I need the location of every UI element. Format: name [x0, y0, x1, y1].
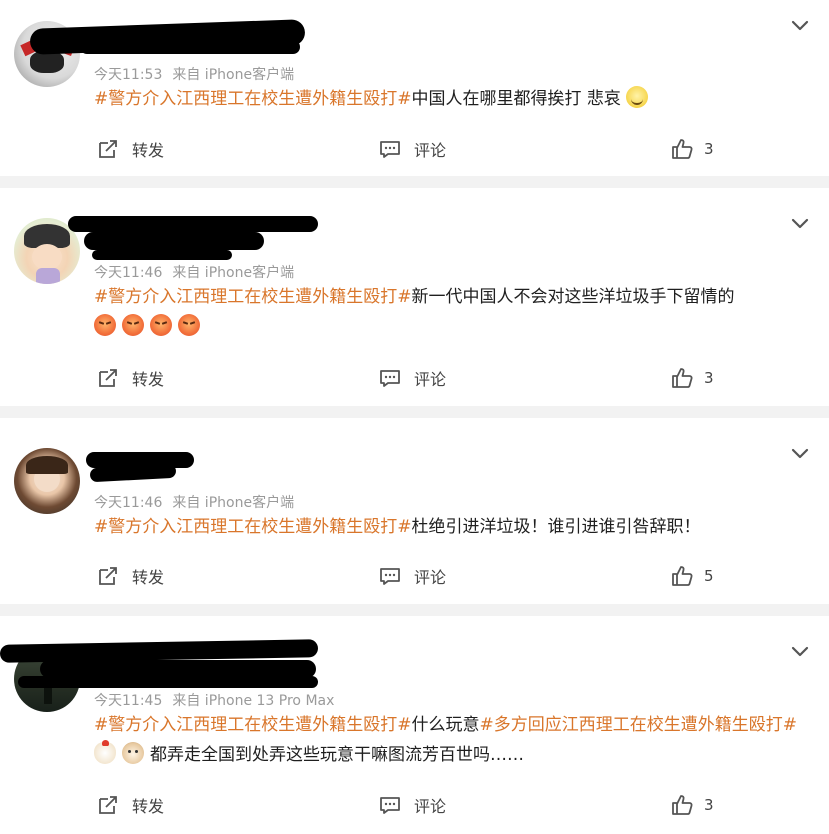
- thumbs-up-icon: [672, 139, 693, 159]
- comment-label: 评论: [414, 370, 447, 389]
- like-count: 3: [704, 140, 714, 158]
- comment-button[interactable]: 评论: [378, 561, 446, 591]
- post-source: 来自 iPhone客户端: [172, 265, 295, 281]
- forward-label: 转发: [132, 568, 165, 587]
- hashtag-link[interactable]: #警方介入江西理工在校生遭外籍生殴打#: [94, 89, 412, 109]
- redacted-username: [84, 232, 264, 250]
- thumbs-up-icon: [672, 795, 693, 815]
- post-actions: 转发 评论 3: [0, 790, 829, 820]
- thumbs-up-icon: [672, 566, 693, 586]
- like-count: 5: [704, 567, 714, 585]
- weibo-comment-3: 今天11:46 来自 iPhone客户端 #警方介入江西理工在校生遭外籍生殴打#杜…: [0, 418, 829, 604]
- forward-icon: [99, 140, 117, 158]
- forward-label: 转发: [132, 141, 165, 160]
- avatar[interactable]: [14, 448, 80, 514]
- angry-icon: [94, 314, 116, 336]
- post-source: 来自 iPhone 13 Pro Max: [172, 693, 335, 709]
- comment-button[interactable]: 评论: [378, 134, 446, 164]
- post-text: #警方介入江西理工在校生遭外籍生殴打#中国人在哪里都得挨打 悲哀: [94, 84, 809, 114]
- chevron-down-icon[interactable]: [789, 442, 811, 464]
- comment-icon: [380, 797, 400, 814]
- forward-label: 转发: [132, 370, 165, 389]
- post-content: 杜绝引进洋垃圾！谁引进谁引咎辞职！: [411, 517, 701, 537]
- redacted-username: [68, 216, 318, 232]
- like-button[interactable]: 5: [670, 561, 714, 591]
- post-time: 今天11:53: [94, 67, 163, 83]
- post-actions: 转发 评论 3: [0, 363, 829, 393]
- post-time: 今天11:46: [94, 495, 163, 511]
- post-content: 中国人在哪里都得挨打 悲哀: [411, 89, 621, 109]
- sad-smile-icon: [626, 86, 649, 108]
- forward-label: 转发: [132, 797, 165, 816]
- like-button[interactable]: 3: [670, 790, 714, 820]
- comment-icon: [380, 370, 400, 387]
- post-meta: 今天11:45 来自 iPhone 13 Pro Max: [94, 690, 334, 710]
- chevron-down-icon[interactable]: [789, 212, 811, 234]
- like-count: 3: [704, 796, 714, 814]
- hashtag-link[interactable]: #多方回应江西理工在校生遭外籍生殴打#: [480, 715, 798, 735]
- forward-button[interactable]: 转发: [96, 134, 164, 164]
- post-source: 来自 iPhone客户端: [172, 67, 295, 83]
- weibo-comment-4: 今天11:45 来自 iPhone 13 Pro Max #警方介入江西理工在校生…: [0, 616, 829, 834]
- forward-button[interactable]: 转发: [96, 790, 164, 820]
- hashtag-link[interactable]: #警方介入江西理工在校生遭外籍生殴打#: [94, 517, 412, 537]
- post-time: 今天11:45: [94, 693, 163, 709]
- redacted-username: [80, 40, 300, 54]
- post-actions: 转发 评论 3: [0, 134, 829, 164]
- like-button[interactable]: 3: [670, 363, 714, 393]
- chevron-down-icon[interactable]: [789, 640, 811, 662]
- post-content: 新一代中国人不会对这些洋垃圾手下留情的: [411, 287, 735, 307]
- forward-button[interactable]: 转发: [96, 561, 164, 591]
- angry-icon: [178, 314, 200, 336]
- weibo-comment-1: 今天11:53 来自 iPhone客户端 #警方介入江西理工在校生遭外籍生殴打#中…: [0, 0, 829, 176]
- weibo-comment-2: 今天11:46 来自 iPhone客户端 #警方介入江西理工在校生遭外籍生殴打#新…: [0, 188, 829, 406]
- redacted-username: [18, 676, 318, 688]
- post-source: 来自 iPhone客户端: [172, 495, 295, 511]
- comment-button[interactable]: 评论: [378, 790, 446, 820]
- post-actions: 转发 评论 5: [0, 561, 829, 591]
- post-text: #警方介入江西理工在校生遭外籍生殴打#新一代中国人不会对这些洋垃圾手下留情的: [94, 282, 809, 342]
- post-meta: 今天11:53 来自 iPhone客户端: [94, 64, 294, 84]
- post-time: 今天11:46: [94, 265, 163, 281]
- forward-icon: [99, 369, 117, 387]
- post-meta: 今天11:46 来自 iPhone客户端: [94, 262, 294, 282]
- like-button[interactable]: 3: [670, 134, 714, 164]
- chevron-down-icon[interactable]: [789, 14, 811, 36]
- redacted-username: [92, 250, 232, 260]
- post-content: 都弄走全国到处弄这些玩意干嘛图流芳百世吗……: [150, 745, 524, 765]
- post-content: 什么玩意: [411, 715, 480, 735]
- forward-icon: [99, 567, 117, 585]
- comment-label: 评论: [414, 797, 447, 816]
- post-text: #警方介入江西理工在校生遭外籍生殴打#什么玩意#多方回应江西理工在校生遭外籍生殴…: [94, 710, 809, 770]
- post-text: #警方介入江西理工在校生遭外籍生殴打#杜绝引进洋垃圾！谁引进谁引咎辞职！: [94, 512, 809, 542]
- comment-icon: [380, 568, 400, 585]
- chicken-icon: [94, 740, 116, 764]
- dog-icon: [122, 742, 144, 764]
- angry-icon: [122, 314, 144, 336]
- comment-icon: [380, 141, 400, 158]
- thumbs-up-icon: [672, 368, 693, 388]
- hashtag-link[interactable]: #警方介入江西理工在校生遭外籍生殴打#: [94, 287, 412, 307]
- post-meta: 今天11:46 来自 iPhone客户端: [94, 492, 294, 512]
- angry-icon: [150, 314, 172, 336]
- redacted-username: [89, 463, 177, 483]
- comment-label: 评论: [414, 141, 447, 160]
- forward-icon: [99, 796, 117, 814]
- forward-button[interactable]: 转发: [96, 363, 164, 393]
- like-count: 3: [704, 369, 714, 387]
- hashtag-link[interactable]: #警方介入江西理工在校生遭外籍生殴打#: [94, 715, 412, 735]
- comment-button[interactable]: 评论: [378, 363, 446, 393]
- comment-label: 评论: [414, 568, 447, 587]
